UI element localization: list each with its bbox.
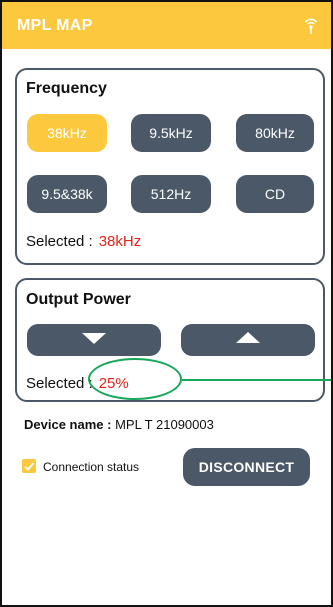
freq-option-cd[interactable]: CD <box>236 175 314 213</box>
frequency-selected-value: 38kHz <box>98 233 142 250</box>
power-decrease-button[interactable] <box>27 324 161 356</box>
device-name-value: MPL T 21090003 <box>115 417 214 432</box>
app-title: MPL MAP <box>17 16 93 34</box>
power-selected-label: Selected : <box>26 375 93 392</box>
frequency-title: Frequency <box>26 80 107 97</box>
frequency-selected-label: Selected : <box>26 233 93 250</box>
output-power-title: Output Power <box>26 291 131 308</box>
freq-option-512hz[interactable]: 512Hz <box>131 175 211 213</box>
power-increase-button[interactable] <box>181 324 315 356</box>
annotation-circle <box>88 358 182 400</box>
app-bar: MPL MAP <box>2 2 331 49</box>
arrow-up-icon <box>234 331 262 350</box>
freq-option-9-5-38k[interactable]: 9.5&38k <box>27 175 107 213</box>
connection-status-checkbox[interactable] <box>22 459 36 473</box>
app-screen: MPL MAP Frequency 38kHz 9.5kHz 80kHz 9.5… <box>0 0 333 607</box>
device-name-label: Device name : <box>24 417 112 432</box>
freq-option-38khz[interactable]: 38kHz <box>27 114 107 152</box>
arrow-down-icon <box>80 331 108 350</box>
device-name-row: Device name : MPL T 21090003 <box>24 417 214 432</box>
frequency-selected-row: Selected : 38kHz <box>26 233 141 250</box>
annotation-pointer-line <box>182 379 331 381</box>
freq-option-9-5khz[interactable]: 9.5kHz <box>131 114 211 152</box>
freq-option-80khz[interactable]: 80kHz <box>236 114 314 152</box>
check-icon <box>24 462 35 471</box>
frequency-card: Frequency 38kHz 9.5kHz 80kHz 9.5&38k 512… <box>15 68 325 265</box>
signal-icon[interactable] <box>301 16 321 36</box>
disconnect-button[interactable]: DISCONNECT <box>183 448 310 486</box>
connection-status-label: Connection status <box>43 460 140 474</box>
